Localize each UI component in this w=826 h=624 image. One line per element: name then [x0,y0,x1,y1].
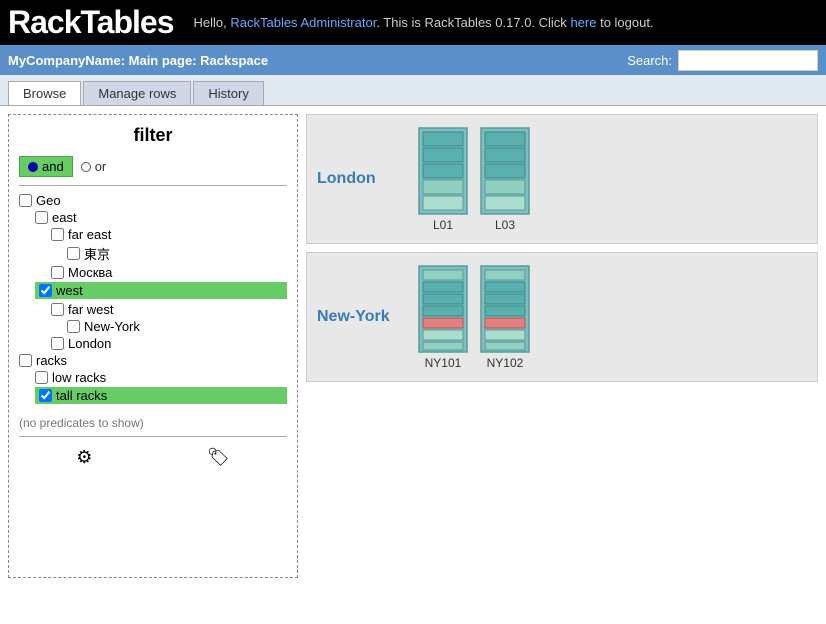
tag-icon[interactable]: 🏷 [207,447,230,468]
racks-area: London L01 [306,114,818,578]
checkbox-west[interactable] [39,284,52,297]
tree-node-tokyo: 東京 [19,243,287,264]
label-tall-racks: tall racks [56,388,107,403]
checkbox-new-york[interactable] [67,320,80,333]
or-label-text: or [95,159,107,174]
rack-svg-NY101 [417,264,469,354]
and-button[interactable]: and [19,156,73,177]
filter-panel: filter and or Geo east far eas [8,114,298,578]
header-info: Hello, RackTables Administrator. This is… [194,15,819,30]
racks-group-new-york: NY101 NY102 [417,264,531,370]
checkbox-moscow[interactable] [51,266,64,279]
tree-node-far-west: far west [19,301,287,318]
rack-label-L03: L03 [495,218,515,232]
label-low-racks: low racks [52,370,106,385]
location-new-york: New-York NY101 [306,252,818,382]
label-far-west: far west [68,302,114,317]
checkbox-east[interactable] [35,211,48,224]
main-content: filter and or Geo east far eas [0,106,826,586]
tree-node-geo: Geo [19,192,287,209]
filter-icon-bar: ⚙ 🏷 [19,443,287,472]
checkbox-far-west[interactable] [51,303,64,316]
label-tokyo: 東京 [84,244,110,263]
rack-L03[interactable]: L03 [479,126,531,232]
hello-text: Hello, [194,15,231,30]
racks-group-london: L01 L03 [417,126,531,232]
tab-bar: Browse Manage rows History [0,75,826,106]
checkbox-far-east[interactable] [51,228,64,241]
label-geo: Geo [36,193,61,208]
rack-svg-L03 [479,126,531,216]
checkbox-racks[interactable] [19,354,32,367]
tree-node-london: London [19,335,287,352]
checkbox-london[interactable] [51,337,64,350]
tab-browse[interactable]: Browse [8,81,81,105]
tree-node-low-racks: low racks [19,369,287,386]
logo: RackTables [8,4,174,41]
tree-node-new-york: New-York [19,318,287,335]
tree-node-east: east [19,209,287,226]
breadcrumb: MyCompanyName: Main page: Rackspace [8,53,268,68]
here-link[interactable]: here [570,15,596,30]
or-radio-icon [81,162,91,172]
rack-svg-NY102 [479,264,531,354]
no-predicates-text: (no predicates to show) [19,416,287,430]
location-london: London L01 [306,114,818,244]
checkbox-tall-racks[interactable] [39,389,52,402]
rack-svg-L01 [417,126,469,216]
search-label: Search: [627,53,672,68]
filter-logic: and or [19,156,287,177]
filter-bottom-divider [19,436,287,437]
label-new-york: New-York [84,319,140,334]
label-london: London [68,336,111,351]
checkbox-tokyo[interactable] [67,247,80,260]
label-west: west [56,283,83,298]
filter-tree: Geo east far east 東京 Москва west [19,192,287,406]
filter-title: filter [19,125,287,146]
or-option[interactable]: or [81,159,107,174]
label-far-east: far east [68,227,111,242]
version-text: . This is RackTables 0.17.0. Click [376,15,570,30]
rack-label-L01: L01 [433,218,453,232]
tree-node-far-east: far east [19,226,287,243]
tree-node-west: west [19,281,287,301]
filter-divider [19,185,287,186]
header: RackTables Hello, RackTables Administrat… [0,0,826,45]
navbar: MyCompanyName: Main page: Rackspace Sear… [0,45,826,75]
location-name-new-york: New-York [317,308,397,326]
rack-label-NY101: NY101 [425,356,462,370]
checkbox-geo[interactable] [19,194,32,207]
label-racks: racks [36,353,67,368]
tree-node-racks: racks [19,352,287,369]
rack-NY102[interactable]: NY102 [479,264,531,370]
label-east: east [52,210,77,225]
tree-node-tall-racks: tall racks [19,386,287,406]
admin-link[interactable]: RackTables Administrator [230,15,376,30]
logout-text: to logout. [596,15,653,30]
rack-L01[interactable]: L01 [417,126,469,232]
search-area: Search: [627,50,818,71]
tab-manage-rows[interactable]: Manage rows [83,81,191,105]
checkbox-low-racks[interactable] [35,371,48,384]
label-moscow: Москва [68,265,112,280]
tab-history[interactable]: History [193,81,263,105]
tree-node-moscow: Москва [19,264,287,281]
location-name-london: London [317,170,397,188]
gear-icon[interactable]: ⚙ [76,447,92,468]
and-radio-icon [28,162,38,172]
rack-NY101[interactable]: NY101 [417,264,469,370]
rack-label-NY102: NY102 [487,356,524,370]
and-label: and [42,159,64,174]
search-input[interactable] [678,50,818,71]
